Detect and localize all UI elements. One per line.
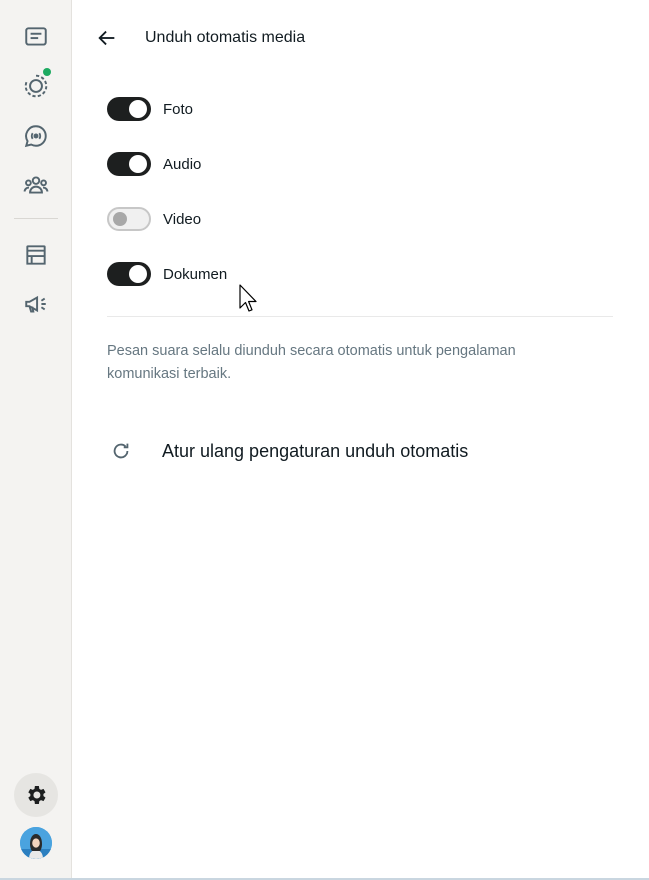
reset-label: Atur ulang pengaturan unduh otomatis (162, 440, 469, 461)
switch-knob (113, 212, 127, 226)
sidebar-item-status[interactable] (14, 66, 58, 106)
switch-knob (129, 100, 147, 118)
profile-photo-icon (20, 827, 52, 859)
sidebar (0, 0, 72, 880)
settings-button[interactable] (14, 773, 58, 817)
mouse-cursor-icon (239, 284, 257, 312)
sidebar-item-store[interactable] (14, 235, 58, 275)
video-label: Video (163, 210, 202, 228)
audio-label: Audio (163, 155, 202, 173)
chats-icon (25, 27, 47, 46)
sidebar-item-ads[interactable] (14, 284, 58, 324)
communities-icon (23, 176, 49, 194)
dokumen-label: Dokumen (163, 265, 228, 283)
switch-knob (129, 155, 147, 173)
sidebar-item-communities[interactable] (14, 165, 58, 205)
channels-icon (24, 125, 47, 148)
back-button[interactable] (93, 24, 121, 52)
store-icon (26, 245, 46, 265)
divider (107, 316, 613, 317)
page-title: Unduh otomatis media (145, 29, 306, 46)
header: Unduh otomatis media (73, 18, 649, 58)
gear-icon (28, 786, 46, 804)
toggle-row-video: Video (107, 205, 407, 233)
reset-auto-download-button[interactable]: Atur ulang pengaturan unduh otomatis (107, 436, 547, 466)
avatar[interactable] (20, 827, 52, 859)
sidebar-item-channels[interactable] (14, 116, 58, 156)
voice-message-note: Pesan suara selalu diunduh secara otomat… (107, 343, 516, 382)
foto-label: Foto (163, 100, 194, 118)
megaphone-icon (25, 295, 46, 313)
sidebar-divider (14, 218, 58, 219)
arrow-left-icon (98, 30, 115, 46)
main-panel: Unduh otomatis media Foto Audio Video Do… (73, 0, 649, 880)
toggle-row-audio: Audio (107, 150, 407, 178)
toggle-row-foto: Foto (107, 95, 407, 123)
video-switch[interactable] (107, 207, 151, 231)
refresh-icon (107, 437, 135, 465)
status-icon (24, 74, 48, 98)
status-badge (43, 68, 51, 76)
dokumen-switch[interactable] (107, 262, 151, 286)
audio-switch[interactable] (107, 152, 151, 176)
foto-switch[interactable] (107, 97, 151, 121)
sidebar-item-chats[interactable] (14, 17, 58, 57)
switch-knob (129, 265, 147, 283)
